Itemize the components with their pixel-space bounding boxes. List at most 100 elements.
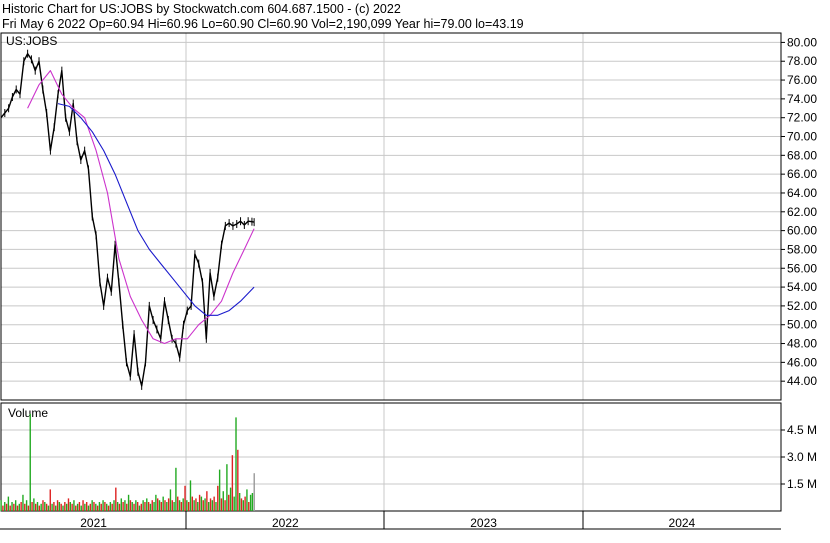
price-tick-label: 56.00 — [787, 261, 817, 275]
price-tick-label: 60.00 — [787, 224, 817, 238]
volume-bar — [228, 494, 230, 511]
volume-bar — [189, 480, 192, 511]
volume-bar — [49, 489, 51, 511]
volume-bar — [58, 502, 61, 511]
volume-bar — [5, 503, 8, 511]
volume-bar — [16, 505, 19, 511]
volume-bar — [95, 503, 97, 511]
volume-bar — [144, 502, 146, 511]
volume-bar — [44, 502, 46, 511]
chart-canvas: Historic Chart for US:JOBS by Stockwatch… — [0, 0, 830, 543]
volume-bar — [82, 500, 84, 511]
volume-bar — [198, 494, 201, 511]
price-tick-label: 58.00 — [787, 242, 817, 256]
volume-bar — [47, 505, 50, 511]
chart-background — [0, 0, 830, 543]
volume-bar — [22, 494, 24, 511]
volume-bar — [142, 500, 144, 511]
volume-bar — [120, 498, 122, 511]
volume-bar — [202, 500, 204, 511]
volume-bar — [64, 502, 66, 511]
volume-bar — [24, 503, 26, 511]
volume-bar — [7, 496, 10, 511]
volume-bar — [84, 503, 86, 511]
volume-bar — [220, 498, 223, 511]
price-tick-label: 50.00 — [787, 318, 817, 332]
volume-bar — [175, 467, 177, 511]
volume-bar — [215, 502, 217, 511]
volume-bar — [171, 500, 173, 511]
volume-bar — [140, 503, 143, 511]
volume-bar — [187, 502, 190, 511]
volume-bar — [102, 500, 104, 511]
volume-bar — [166, 502, 168, 511]
volume-bar — [20, 502, 22, 511]
volume-bar — [184, 485, 186, 511]
volume-bar — [135, 500, 137, 511]
volume-bar — [160, 502, 163, 511]
volume-bar — [173, 502, 175, 511]
volume-bar — [229, 487, 232, 511]
volume-bar — [226, 464, 228, 511]
volume-bar — [67, 498, 70, 511]
volume-bar — [107, 505, 110, 511]
volume-bar — [18, 503, 21, 511]
volume-bar — [33, 498, 35, 511]
volume-bar — [237, 449, 239, 511]
volume-bar — [91, 500, 93, 511]
volume-bar — [251, 493, 254, 511]
volume-bar — [204, 498, 206, 511]
volume-bar — [87, 505, 90, 511]
volume-bar — [197, 502, 199, 511]
volume-bar — [40, 503, 42, 511]
volume-bar — [244, 496, 246, 511]
volume-bar — [96, 505, 99, 511]
volume-axis: 4.5 M 3.0 M 1.5 M — [781, 423, 817, 491]
volume-bar — [222, 491, 224, 511]
price-tick-label: 66.00 — [787, 167, 817, 181]
volume-bar — [2, 505, 4, 511]
volume-bar — [131, 502, 133, 511]
price-tick-label: 62.00 — [787, 205, 817, 219]
price-tick-label: 46.00 — [787, 355, 817, 369]
volume-tick-label: 1.5 M — [787, 477, 817, 491]
volume-bar — [106, 503, 108, 511]
price-tick-label: 52.00 — [787, 299, 817, 313]
volume-bar — [235, 417, 237, 511]
volume-bar — [155, 494, 157, 511]
volume-bar — [129, 500, 132, 511]
volume-bar — [209, 498, 212, 511]
volume-bar — [238, 493, 241, 511]
volume-bar — [178, 500, 181, 511]
volume-bar — [65, 503, 68, 511]
price-tick-label: 44.00 — [787, 374, 817, 388]
volume-bar — [93, 502, 95, 511]
volume-bar — [146, 498, 148, 511]
volume-bar — [118, 503, 121, 511]
volume-bar — [115, 487, 117, 511]
volume-bar — [180, 502, 183, 511]
volume-bar — [42, 500, 44, 511]
year-label: 2023 — [470, 516, 497, 530]
price-tick-label: 70.00 — [787, 130, 817, 144]
stock-chart: Historic Chart for US:JOBS by Stockwatch… — [0, 0, 830, 543]
volume-label: Volume — [8, 406, 48, 420]
volume-bar — [206, 491, 208, 511]
volume-bar — [76, 503, 79, 511]
volume-bar — [85, 502, 88, 511]
volume-bar — [75, 505, 77, 511]
volume-bar — [200, 496, 203, 511]
volume-bar — [78, 502, 81, 511]
volume-bar — [133, 503, 135, 511]
volume-bar — [233, 496, 235, 511]
volume-bar — [253, 473, 255, 511]
volume-bar — [126, 503, 128, 511]
volume-bar — [104, 502, 106, 511]
volume-bar — [25, 500, 28, 511]
volume-bar — [151, 500, 153, 511]
volume-bar — [147, 502, 150, 511]
volume-bar — [13, 503, 15, 511]
price-tick-label: 48.00 — [787, 337, 817, 351]
volume-bar — [213, 496, 215, 511]
price-tick-label: 68.00 — [787, 148, 817, 162]
